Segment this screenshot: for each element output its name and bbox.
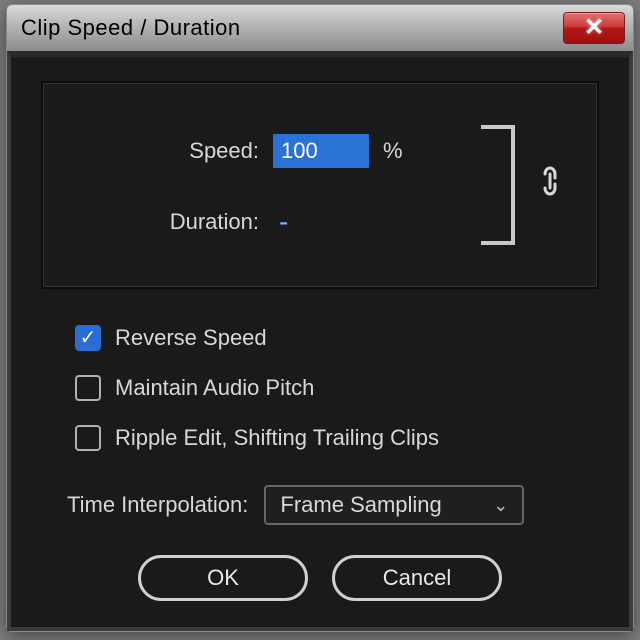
speed-duration-panel: Speed: % Duration: - xyxy=(41,81,599,289)
speed-row: Speed: % xyxy=(73,134,463,168)
speed-unit: % xyxy=(369,138,403,164)
reverse-speed-row: ✓ Reverse Speed xyxy=(75,325,599,351)
time-interpolation-label: Time Interpolation: xyxy=(67,492,248,518)
ripple-edit-row: Ripple Edit, Shifting Trailing Clips xyxy=(75,425,599,451)
duration-value[interactable]: - xyxy=(273,208,288,236)
maintain-pitch-label: Maintain Audio Pitch xyxy=(115,375,314,401)
reverse-speed-checkbox[interactable]: ✓ xyxy=(75,325,101,351)
time-interpolation-select[interactable]: Frame Sampling ⌄ xyxy=(264,485,524,525)
ok-button-label: OK xyxy=(207,565,239,591)
speed-input[interactable] xyxy=(273,134,369,168)
reverse-speed-label: Reverse Speed xyxy=(115,325,267,351)
maintain-pitch-checkbox[interactable] xyxy=(75,375,101,401)
dialog-window: Clip Speed / Duration ✕ Speed: % Duratio… xyxy=(6,4,634,632)
dialog-body: Speed: % Duration: - ✓ xyxy=(7,51,633,631)
titlebar: Clip Speed / Duration ✕ xyxy=(7,5,633,51)
duration-row: Duration: - xyxy=(73,208,463,236)
speed-label: Speed: xyxy=(73,138,273,164)
link-bracket xyxy=(481,125,515,245)
cancel-button[interactable]: Cancel xyxy=(332,555,502,601)
time-interpolation-row: Time Interpolation: Frame Sampling ⌄ xyxy=(41,485,599,525)
ripple-edit-label: Ripple Edit, Shifting Trailing Clips xyxy=(115,425,439,451)
close-icon: ✕ xyxy=(584,16,604,40)
check-icon: ✓ xyxy=(80,328,97,348)
time-interpolation-value: Frame Sampling xyxy=(280,492,441,518)
chevron-down-icon: ⌄ xyxy=(493,495,508,516)
dialog-title: Clip Speed / Duration xyxy=(21,15,241,41)
ok-button[interactable]: OK xyxy=(138,555,308,601)
checkbox-group: ✓ Reverse Speed Maintain Audio Pitch Rip… xyxy=(41,325,599,451)
maintain-pitch-row: Maintain Audio Pitch xyxy=(75,375,599,401)
button-row: OK Cancel xyxy=(41,555,599,601)
duration-label: Duration: xyxy=(73,209,273,235)
ripple-edit-checkbox[interactable] xyxy=(75,425,101,451)
link-icon[interactable] xyxy=(533,164,567,206)
close-button[interactable]: ✕ xyxy=(563,12,625,44)
cancel-button-label: Cancel xyxy=(383,565,451,591)
